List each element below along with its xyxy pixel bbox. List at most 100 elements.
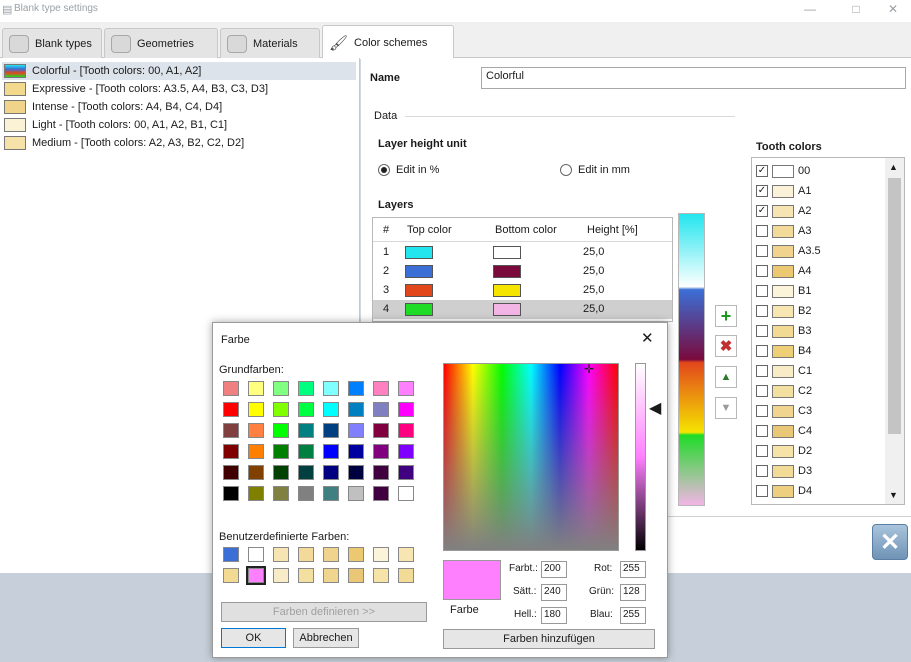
- blue-field[interactable]: 255: [620, 607, 646, 624]
- list-item[interactable]: D4: [756, 481, 812, 501]
- basic-color-swatch[interactable]: [348, 381, 364, 396]
- table-row[interactable]: 1 25,0: [373, 243, 672, 262]
- top-color-cell[interactable]: [405, 284, 433, 297]
- basic-color-swatch[interactable]: [398, 444, 414, 459]
- height-cell[interactable]: 25,0: [583, 265, 604, 277]
- close-settings-button[interactable]: ✕: [872, 524, 908, 560]
- checkbox[interactable]: [756, 405, 768, 417]
- checkbox[interactable]: [756, 245, 768, 257]
- list-item[interactable]: C1: [756, 361, 812, 381]
- table-row[interactable]: 3 25,0: [373, 281, 672, 300]
- custom-color-swatch[interactable]: [298, 547, 314, 562]
- basic-color-swatch[interactable]: [398, 381, 414, 396]
- maximize-icon[interactable]: □: [846, 2, 866, 16]
- list-item[interactable]: ✓ A1: [756, 181, 811, 201]
- custom-color-swatch[interactable]: [273, 547, 289, 562]
- bottom-color-cell[interactable]: [493, 246, 521, 259]
- checkbox[interactable]: [756, 285, 768, 297]
- basic-color-swatch[interactable]: [373, 381, 389, 396]
- basic-color-swatch[interactable]: [248, 423, 264, 438]
- basic-color-swatch[interactable]: [248, 381, 264, 396]
- list-item[interactable]: D2: [756, 441, 812, 461]
- list-item[interactable]: B2: [756, 301, 811, 321]
- custom-color-swatch[interactable]: [223, 547, 239, 562]
- basic-color-swatch[interactable]: [348, 465, 364, 480]
- table-row[interactable]: 4 25,0: [373, 300, 672, 319]
- checkbox[interactable]: [756, 365, 768, 377]
- luminance-slider[interactable]: [635, 363, 646, 551]
- basic-color-swatch[interactable]: [273, 402, 289, 417]
- lum-field[interactable]: 180: [541, 607, 567, 624]
- basic-color-swatch[interactable]: [323, 465, 339, 480]
- scheme-item[interactable]: Medium - [Tooth colors: A2, A3, B2, C2, …: [2, 134, 356, 152]
- custom-color-swatch[interactable]: [298, 568, 314, 583]
- basic-color-swatch[interactable]: [248, 444, 264, 459]
- list-item[interactable]: B3: [756, 321, 811, 341]
- basic-color-swatch[interactable]: [398, 465, 414, 480]
- list-item[interactable]: C4: [756, 421, 812, 441]
- table-row[interactable]: 2 25,0: [373, 262, 672, 281]
- list-item[interactable]: A4: [756, 261, 811, 281]
- tab-blank-types[interactable]: Blank types: [2, 28, 102, 58]
- hue-field[interactable]: 200: [541, 561, 567, 578]
- checkbox[interactable]: ✓: [756, 205, 768, 217]
- checkbox[interactable]: [756, 465, 768, 477]
- custom-color-swatch[interactable]: [248, 547, 264, 562]
- basic-color-swatch[interactable]: [348, 444, 364, 459]
- list-item[interactable]: A3: [756, 221, 811, 241]
- basic-color-swatch[interactable]: [248, 486, 264, 501]
- top-color-cell[interactable]: [405, 246, 433, 259]
- list-item[interactable]: ✓ A2: [756, 201, 811, 221]
- basic-color-swatch[interactable]: [348, 423, 364, 438]
- tab-color-schemes[interactable]: 🖌 Color schemes: [322, 25, 454, 59]
- basic-color-swatch[interactable]: [373, 402, 389, 417]
- scheme-item[interactable]: Light - [Tooth colors: 00, A1, A2, B1, C…: [2, 116, 356, 134]
- custom-color-swatch[interactable]: [223, 568, 239, 583]
- basic-color-swatch[interactable]: [298, 423, 314, 438]
- basic-color-swatch[interactable]: [323, 423, 339, 438]
- basic-color-swatch[interactable]: [273, 465, 289, 480]
- list-item[interactable]: C2: [756, 381, 812, 401]
- checkbox[interactable]: [756, 225, 768, 237]
- checkbox[interactable]: [756, 485, 768, 497]
- list-item[interactable]: B4: [756, 341, 811, 361]
- list-item[interactable]: ✓ 00: [756, 161, 810, 181]
- basic-color-swatch[interactable]: [223, 486, 239, 501]
- basic-color-swatch[interactable]: [348, 402, 364, 417]
- add-custom-color-button[interactable]: Farben hinzufügen: [443, 629, 655, 649]
- bottom-color-cell[interactable]: [493, 284, 521, 297]
- radio-button[interactable]: [560, 164, 572, 176]
- checkbox[interactable]: [756, 325, 768, 337]
- basic-color-swatch[interactable]: [223, 402, 239, 417]
- minimize-icon[interactable]: —: [800, 2, 820, 16]
- scheme-item[interactable]: Expressive - [Tooth colors: A3.5, A4, B3…: [2, 80, 356, 98]
- sat-field[interactable]: 240: [541, 584, 567, 601]
- green-field[interactable]: 128: [620, 584, 646, 601]
- top-color-cell[interactable]: [405, 303, 433, 316]
- custom-color-swatch[interactable]: [348, 547, 364, 562]
- basic-color-swatch[interactable]: [373, 465, 389, 480]
- checkbox[interactable]: [756, 305, 768, 317]
- checkbox[interactable]: [756, 385, 768, 397]
- basic-color-swatch[interactable]: [223, 381, 239, 396]
- basic-color-swatch[interactable]: [273, 444, 289, 459]
- list-item[interactable]: C3: [756, 401, 812, 421]
- custom-color-swatch[interactable]: [398, 547, 414, 562]
- checkbox[interactable]: [756, 425, 768, 437]
- move-up-button[interactable]: ▲: [715, 366, 737, 388]
- delete-layer-button[interactable]: ✖: [715, 335, 737, 357]
- move-down-button[interactable]: ▼: [715, 397, 737, 419]
- scroll-up-icon[interactable]: ▲: [889, 162, 898, 172]
- edit-percent-radio[interactable]: Edit in %: [378, 164, 439, 176]
- basic-color-swatch[interactable]: [348, 486, 364, 501]
- basic-color-swatch[interactable]: [298, 465, 314, 480]
- close-icon[interactable]: ✕: [883, 2, 903, 16]
- ok-button[interactable]: OK: [221, 628, 286, 648]
- bottom-color-cell[interactable]: [493, 265, 521, 278]
- basic-color-swatch[interactable]: [248, 402, 264, 417]
- list-item[interactable]: A3.5: [756, 241, 821, 261]
- basic-color-swatch[interactable]: [373, 444, 389, 459]
- basic-color-swatch[interactable]: [273, 423, 289, 438]
- custom-color-swatch[interactable]: [273, 568, 289, 583]
- checkbox[interactable]: [756, 345, 768, 357]
